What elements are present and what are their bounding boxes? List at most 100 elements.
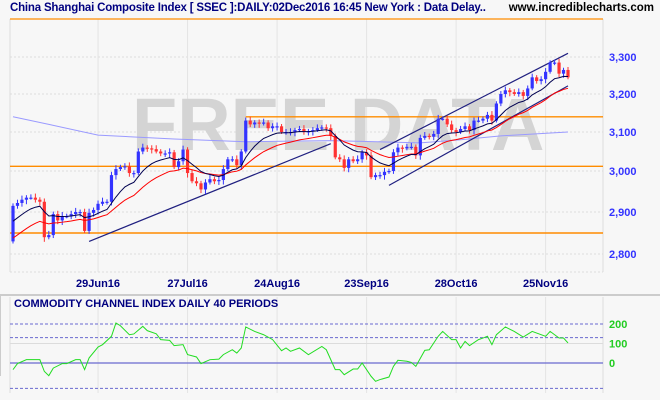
candle-up <box>123 166 127 168</box>
candle-up <box>203 182 208 190</box>
candle-down <box>279 126 284 132</box>
candle-down <box>427 135 431 138</box>
candle-up <box>436 118 440 134</box>
candle-up <box>539 79 543 82</box>
candle-up <box>552 62 557 64</box>
candle-up <box>503 90 507 94</box>
price-tick-label: 2,900 <box>609 207 637 219</box>
candle-up <box>481 118 485 121</box>
candle-down <box>42 201 46 238</box>
candle-down <box>150 148 154 150</box>
candle-up <box>74 212 78 215</box>
candle-down <box>342 159 346 168</box>
candle-down <box>199 183 203 190</box>
candle-down <box>512 92 516 94</box>
price-axis: 2,800 2,900 3,000 3,100 3,200 3,300 <box>609 52 637 261</box>
candle-up <box>20 199 24 203</box>
candle-up <box>387 171 391 173</box>
candle-down <box>521 92 525 96</box>
candle-down <box>351 159 355 162</box>
candle-up <box>253 122 257 125</box>
candle-up <box>11 205 15 242</box>
date-tick-label: 27Jul16 <box>167 278 207 290</box>
candle-up <box>118 167 123 170</box>
candle-down <box>145 147 149 149</box>
candle-up <box>297 128 302 131</box>
candle-up <box>530 77 534 89</box>
candle-up <box>499 94 503 104</box>
price-tick-label: 3,300 <box>609 52 637 64</box>
candle-down <box>333 135 337 158</box>
candle-up <box>561 69 566 74</box>
candle-up <box>136 151 140 174</box>
candle-down <box>557 62 561 74</box>
candle-up <box>544 71 548 80</box>
candle-down <box>83 212 87 231</box>
candle-up <box>244 120 248 152</box>
cci-tick-label: 100 <box>609 339 627 351</box>
candle-up <box>105 201 109 203</box>
candle-up <box>391 152 396 171</box>
candle-up <box>15 202 20 206</box>
date-tick-label: 29Jun16 <box>76 278 120 290</box>
candle-up <box>275 126 279 128</box>
candle-up <box>96 203 100 210</box>
candle-up <box>382 171 387 176</box>
candle-up <box>208 179 212 183</box>
candle-down <box>154 149 158 152</box>
candle-up <box>168 152 172 154</box>
candle-up <box>100 201 105 204</box>
chart-canvas: FREE DATA 2,800 2,900 3,000 3,100 3,200 3,300… <box>0 18 660 393</box>
price-tick-label: 3,100 <box>609 127 637 139</box>
candle-down <box>212 179 217 182</box>
candle-up <box>356 159 360 162</box>
candle-up <box>217 180 221 182</box>
candle-up <box>132 173 136 175</box>
candle-up <box>29 197 33 199</box>
candle-up <box>373 175 378 178</box>
candle-up <box>441 118 445 120</box>
candle-down <box>490 114 494 121</box>
price-tick-label: 3,200 <box>609 89 637 101</box>
candle-up <box>360 152 364 160</box>
candle-up <box>463 126 467 129</box>
candle-down <box>324 127 328 129</box>
candle-down <box>445 118 449 125</box>
candle-up <box>87 212 91 231</box>
candle-down <box>56 214 60 221</box>
candle-down <box>190 173 194 182</box>
cci-line <box>12 322 569 382</box>
candle-down <box>257 122 261 124</box>
candle-up <box>24 197 29 200</box>
candle-up <box>226 159 230 170</box>
candle-down <box>33 197 37 200</box>
candle-up <box>51 214 55 236</box>
candle-down <box>266 122 270 129</box>
price-tick-label: 2,800 <box>609 249 637 261</box>
candle-down <box>38 199 42 202</box>
candle-up <box>423 135 427 138</box>
date-axis: 29Jun16 27Jul16 24Aug16 23Sep16 28Oct16 25Nov… <box>76 278 568 290</box>
candle-up <box>230 159 234 161</box>
candle-up <box>141 147 145 152</box>
candle-down <box>535 77 539 82</box>
candle-up <box>270 126 275 129</box>
candle-up <box>177 161 181 168</box>
candle-up <box>320 127 324 129</box>
price-tick-label: 3,000 <box>609 166 637 178</box>
date-tick-label: 24Aug16 <box>254 278 300 290</box>
candle-up <box>517 92 521 94</box>
candle-up <box>432 133 436 137</box>
candle-down <box>508 90 512 93</box>
candle-up <box>347 159 351 168</box>
candle-up <box>476 120 481 122</box>
candle-up <box>262 122 266 124</box>
cci-tick-label: 200 <box>609 319 627 331</box>
candle-up <box>396 147 400 153</box>
candle-down <box>467 126 472 131</box>
cci-tick-label: 0 <box>609 358 615 370</box>
candle-up <box>485 114 490 119</box>
candle-up <box>548 62 552 72</box>
candle-up <box>378 175 382 177</box>
date-tick-label: 23Sep16 <box>344 278 389 290</box>
